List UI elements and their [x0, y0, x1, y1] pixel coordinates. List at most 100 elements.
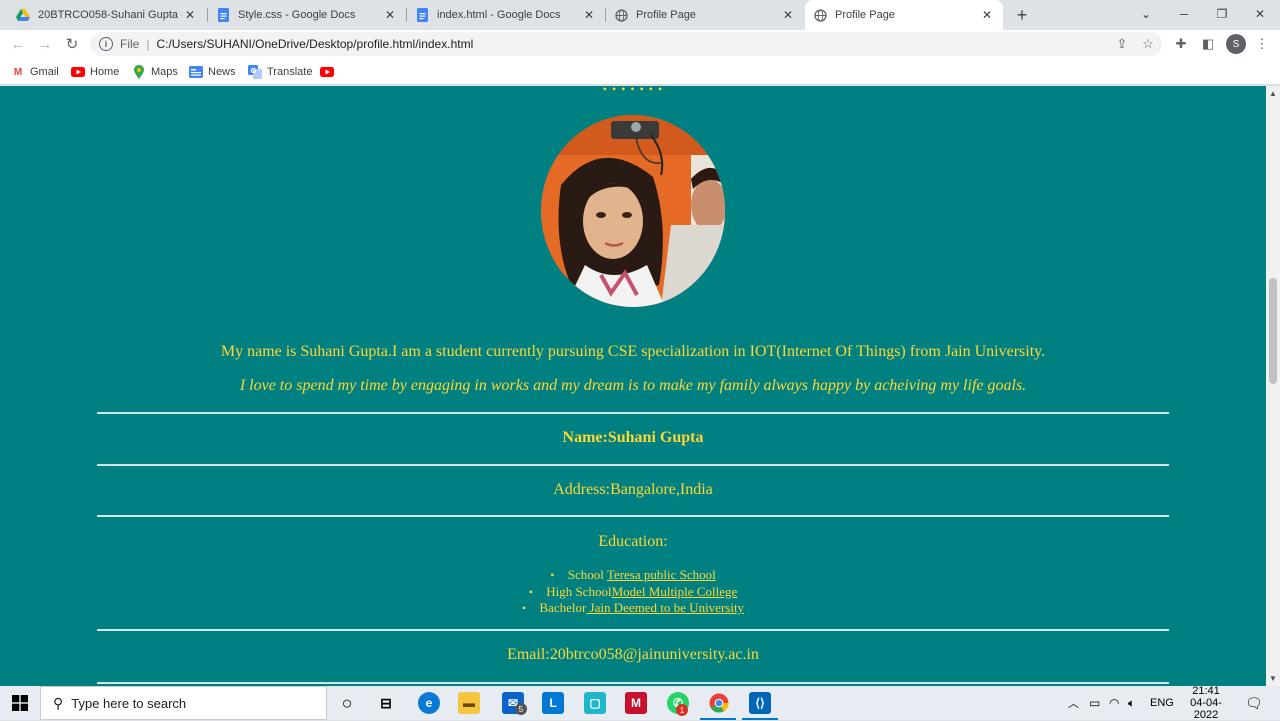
clock-time: 21:41	[1192, 685, 1220, 697]
close-tab-icon[interactable]: ✕	[780, 7, 796, 23]
bookmark-maps[interactable]: Maps	[132, 64, 178, 80]
address-row: Address:Bangalore,India	[553, 481, 713, 498]
browser-toolbar: ← → ↻ i File | C:/Users/SUHANI/OneDrive/…	[0, 30, 1280, 58]
bookmarks-bar: M Gmail Home Maps News G Translate	[0, 58, 1280, 85]
page-viewport: • • • • • • • My name is Suhani Gupta.I …	[0, 86, 1266, 686]
url-scheme: File	[120, 37, 140, 51]
page-scrollbar[interactable]: ▲ ▼	[1266, 86, 1280, 686]
high-school-link[interactable]: Model Multiple College	[612, 584, 738, 599]
tab-style-css[interactable]: Style.css - Google Docs ✕	[208, 0, 406, 30]
mail-badge: 5	[515, 703, 527, 715]
scrollbar-thumb[interactable]	[1269, 278, 1277, 384]
docs-icon	[415, 8, 429, 22]
divider	[97, 682, 1169, 684]
youtube-icon	[320, 65, 334, 79]
new-tab-button[interactable]: +	[1012, 5, 1032, 25]
education-list: School Teresa public School High SchoolM…	[0, 567, 1266, 617]
bookmark-label: Home	[90, 66, 120, 78]
scroll-down-arrow-icon[interactable]: ▼	[1269, 674, 1277, 683]
windows-start-icon[interactable]	[9, 692, 31, 714]
bio-paragraph: My name is Suhani Gupta.I am a student c…	[220, 343, 1046, 360]
close-tab-icon[interactable]: ✕	[581, 7, 597, 23]
volume-icon[interactable]: 🔈︎	[1128, 686, 1135, 720]
bio-dream-paragraph: I love to spend my time by engaging in w…	[239, 377, 1027, 394]
clock-date: 04-04-2022	[1190, 697, 1222, 721]
tab-title: index.html - Google Docs	[437, 9, 561, 21]
close-window-button[interactable]: ✕	[1248, 4, 1272, 24]
bookmark-translate[interactable]: G Translate	[248, 64, 312, 80]
battery-icon[interactable]: ▭	[1089, 686, 1100, 720]
divider	[97, 464, 1169, 466]
teal-app-icon[interactable]: ▢	[584, 692, 606, 714]
education-level: Bachelor	[539, 600, 587, 615]
info-icon[interactable]: i	[99, 37, 113, 51]
docs-icon	[216, 8, 230, 22]
url-text[interactable]: C:/Users/SUHANI/OneDrive/Desktop/profile…	[156, 37, 473, 51]
gmail-icon: M	[13, 66, 23, 78]
wifi-icon[interactable]: ◠	[1109, 686, 1119, 720]
search-icon: ⚲	[53, 694, 64, 711]
svg-text:G: G	[251, 67, 257, 75]
close-tab-icon[interactable]: ✕	[979, 7, 995, 23]
task-view-icon[interactable]: ⊟	[375, 692, 397, 714]
windows-taskbar: ⚲ Type here to search ○ ⊟ e ▬ ✉ 5 L ▢ M …	[0, 685, 1280, 721]
file-explorer-icon[interactable]: ▬	[458, 692, 480, 714]
bookmark-label: Maps	[151, 66, 178, 78]
bookmark-gmail[interactable]: M Gmail	[11, 64, 59, 80]
news-icon	[189, 65, 203, 79]
show-hidden-icons[interactable]: ︿	[1068, 686, 1079, 720]
tab-strip: 20BTRCO058-Suhani Gupta - Goo ✕ Style.cs…	[0, 0, 1280, 30]
side-panel-icon[interactable]: ◧	[1200, 36, 1216, 52]
address-bar[interactable]: i File | C:/Users/SUHANI/OneDrive/Deskto…	[90, 32, 1162, 56]
tab-drive-document[interactable]: 20BTRCO058-Suhani Gupta - Goo ✕	[8, 0, 206, 30]
menu-icon[interactable]: ⋮	[1254, 36, 1270, 52]
share-icon[interactable]: ⇪	[1114, 36, 1130, 52]
minimize-button[interactable]: ─	[1172, 4, 1196, 24]
tab-index-html[interactable]: index.html - Google Docs ✕	[407, 0, 605, 30]
language-indicator[interactable]: ENG	[1150, 686, 1174, 720]
restore-button[interactable]: ❐	[1210, 4, 1234, 24]
list-item: Bachelor Jain Deemed to be University	[0, 600, 1266, 617]
back-button[interactable]: ←	[8, 34, 28, 54]
vscode-icon[interactable]: ⟨⟩	[749, 692, 771, 714]
cortana-icon[interactable]: ○	[336, 692, 358, 714]
translate-icon: G	[248, 65, 262, 79]
mcafee-icon[interactable]: M	[625, 692, 647, 714]
clock[interactable]: 21:41 04-04-2022	[1180, 685, 1232, 721]
close-tab-icon[interactable]: ✕	[382, 7, 398, 23]
school-link[interactable]: Teresa public School	[607, 567, 716, 582]
extensions-icon[interactable]: ✚	[1173, 36, 1189, 52]
divider	[97, 515, 1169, 517]
education-level: High School	[546, 583, 612, 599]
tab-profile-page[interactable]: Profile Page ✕	[606, 0, 804, 30]
tab-profile-page-active[interactable]: Profile Page ✕	[805, 0, 1003, 30]
taskbar-search-box[interactable]: ⚲ Type here to search	[40, 686, 327, 720]
university-link[interactable]: Jain Deemed to be University	[586, 600, 745, 615]
close-tab-icon[interactable]: ✕	[182, 7, 198, 23]
tab-title: Profile Page	[835, 9, 895, 21]
forward-button[interactable]: →	[35, 34, 55, 54]
tab-title: Profile Page	[636, 9, 696, 21]
bookmark-youtube[interactable]	[320, 64, 339, 80]
globe-icon	[614, 8, 628, 22]
tab-search-chevron-icon[interactable]: ⌄	[1134, 4, 1158, 24]
globe-icon	[813, 8, 827, 22]
bookmark-label: News	[208, 66, 236, 78]
url-separator: |	[146, 37, 150, 51]
tab-title: 20BTRCO058-Suhani Gupta - Goo	[38, 9, 182, 21]
bookmark-news[interactable]: News	[189, 64, 236, 80]
profile-avatar[interactable]: S	[1226, 34, 1246, 54]
decorative-dots: • • • • • • •	[602, 86, 664, 96]
divider	[97, 629, 1169, 631]
education-heading: Education:	[598, 533, 668, 550]
l-app-icon[interactable]: L	[542, 692, 564, 714]
bookmark-star-icon[interactable]: ☆	[1140, 36, 1156, 52]
notification-icon[interactable]: 🗨︎	[1245, 686, 1263, 720]
edge-icon[interactable]: e	[418, 692, 440, 714]
tab-title: Style.css - Google Docs	[238, 9, 356, 21]
bookmark-home[interactable]: Home	[71, 64, 119, 80]
drive-icon	[16, 8, 30, 22]
reload-button[interactable]: ↻	[62, 34, 82, 54]
scroll-up-arrow-icon[interactable]: ▲	[1269, 89, 1277, 98]
chrome-icon[interactable]	[708, 692, 730, 714]
